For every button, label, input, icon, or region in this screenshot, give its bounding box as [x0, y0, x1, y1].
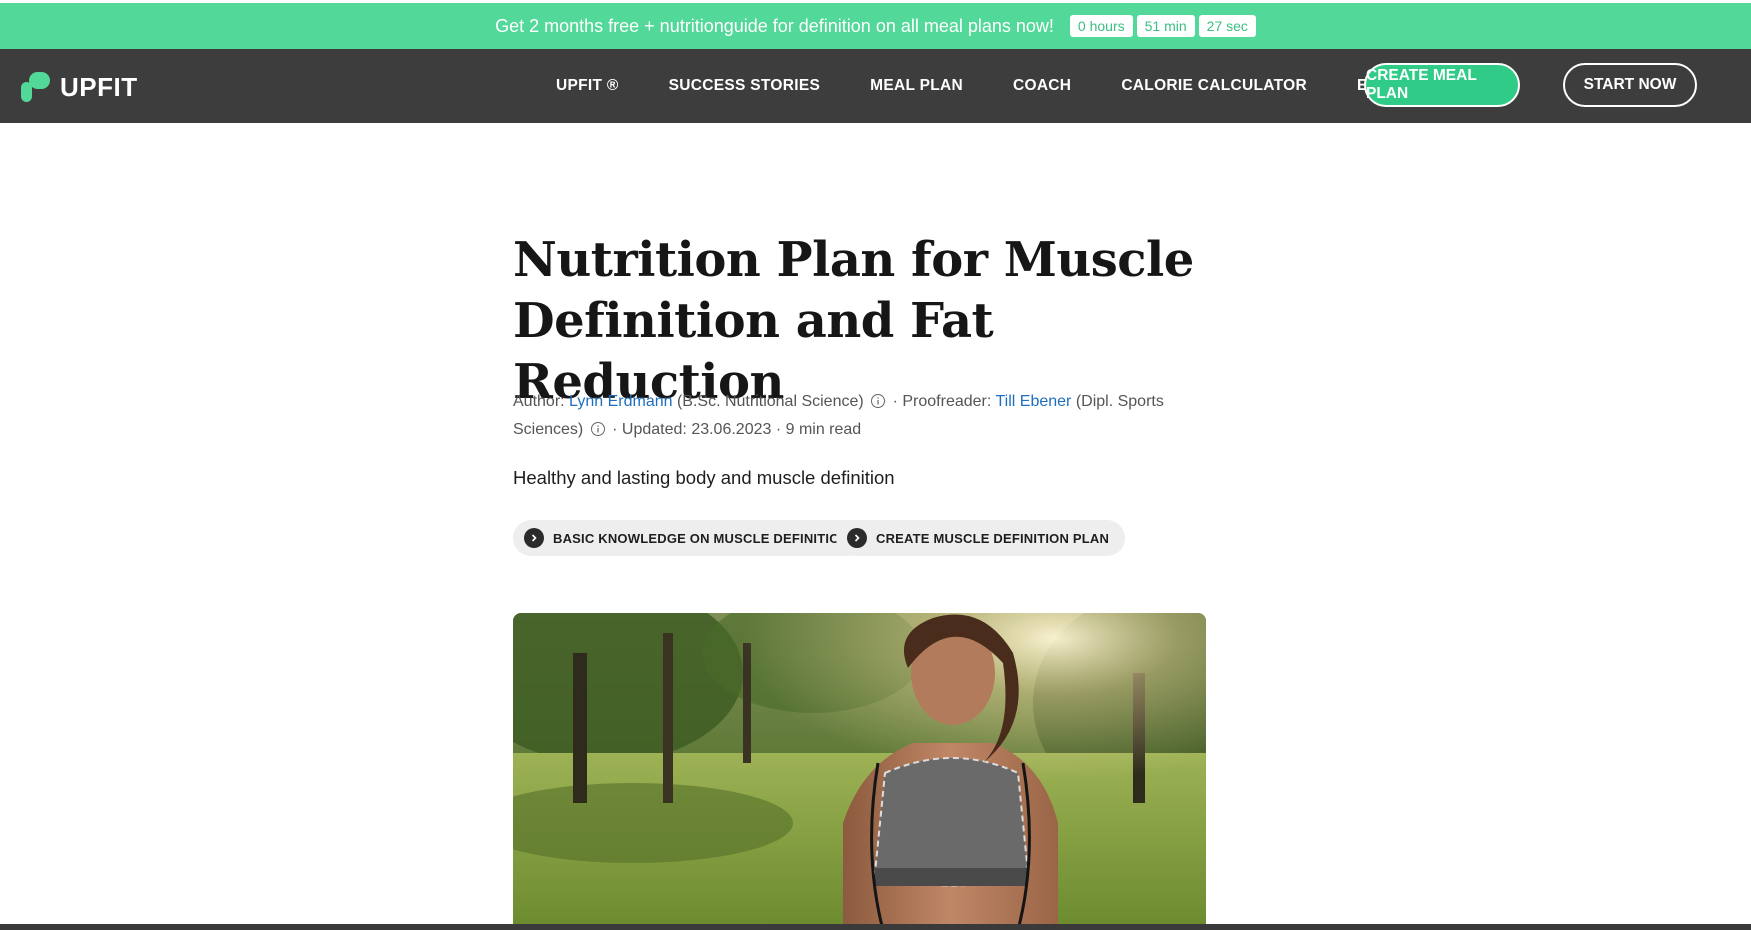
upfit-logo-icon: [21, 72, 50, 102]
start-now-button[interactable]: START NOW: [1563, 63, 1697, 107]
promo-banner: Get 2 months free + nutritionguide for d…: [0, 3, 1751, 49]
pill-label: BASIC KNOWLEDGE ON MUSCLE DEFINITION: [553, 530, 850, 546]
timer-seconds: 27 sec: [1198, 15, 1256, 37]
updated-info: · Updated: 23.06.2023 · 9 min read: [612, 421, 862, 438]
proofreader-link[interactable]: Till Ebener: [995, 393, 1071, 410]
basic-knowledge-button[interactable]: BASIC KNOWLEDGE ON MUSCLE DEFINITION: [513, 520, 866, 556]
hero-photo: [513, 613, 1206, 930]
logo[interactable]: UPFIT: [20, 71, 138, 103]
nav-link-upfit[interactable]: UPFIT ®: [556, 77, 619, 95]
article-title: Nutrition Plan for Muscle Definition and…: [513, 232, 1194, 410]
nav-links: UPFIT ® SUCCESS STORIES MEAL PLAN COACH …: [556, 49, 1450, 123]
chevron-right-icon: [524, 528, 544, 548]
article-subtitle: Healthy and lasting body and muscle defi…: [513, 467, 895, 488]
info-icon[interactable]: [590, 421, 606, 437]
author-label: Author:: [513, 393, 565, 410]
timer-minutes: 51 min: [1136, 15, 1195, 37]
nav-link-calorie-calculator[interactable]: CALORIE CALCULATOR: [1121, 77, 1307, 95]
create-definition-plan-button[interactable]: CREATE MUSCLE DEFINITION PLAN: [836, 520, 1126, 556]
author-link[interactable]: Lynn Erdmann: [569, 393, 672, 410]
info-icon[interactable]: [870, 393, 886, 409]
main-navbar: UPFIT UPFIT ® SUCCESS STORIES MEAL PLAN …: [0, 49, 1751, 123]
nav-link-success-stories[interactable]: SUCCESS STORIES: [669, 77, 821, 95]
bottom-strip: [0, 924, 1751, 930]
nav-link-coach[interactable]: COACH: [1013, 77, 1071, 95]
timer-hours: 0 hours: [1069, 15, 1133, 37]
promo-text: Get 2 months free + nutritionguide for d…: [495, 15, 1054, 36]
hero-image: [513, 613, 1206, 930]
logo-text: UPFIT: [60, 71, 138, 102]
chevron-right-icon: [847, 528, 867, 548]
article-meta: Author: Lynn Erdmann (B.Sc. Nutritional …: [513, 388, 1213, 444]
author-credential: (B.Sc. Nutritional Science): [676, 393, 864, 410]
pill-label: CREATE MUSCLE DEFINITION PLAN: [876, 530, 1110, 546]
proofreader-label: · Proofreader:: [892, 393, 992, 410]
nav-link-meal-plan[interactable]: MEAL PLAN: [870, 77, 963, 95]
create-meal-plan-button[interactable]: CREATE MEAL PLAN: [1364, 63, 1520, 107]
